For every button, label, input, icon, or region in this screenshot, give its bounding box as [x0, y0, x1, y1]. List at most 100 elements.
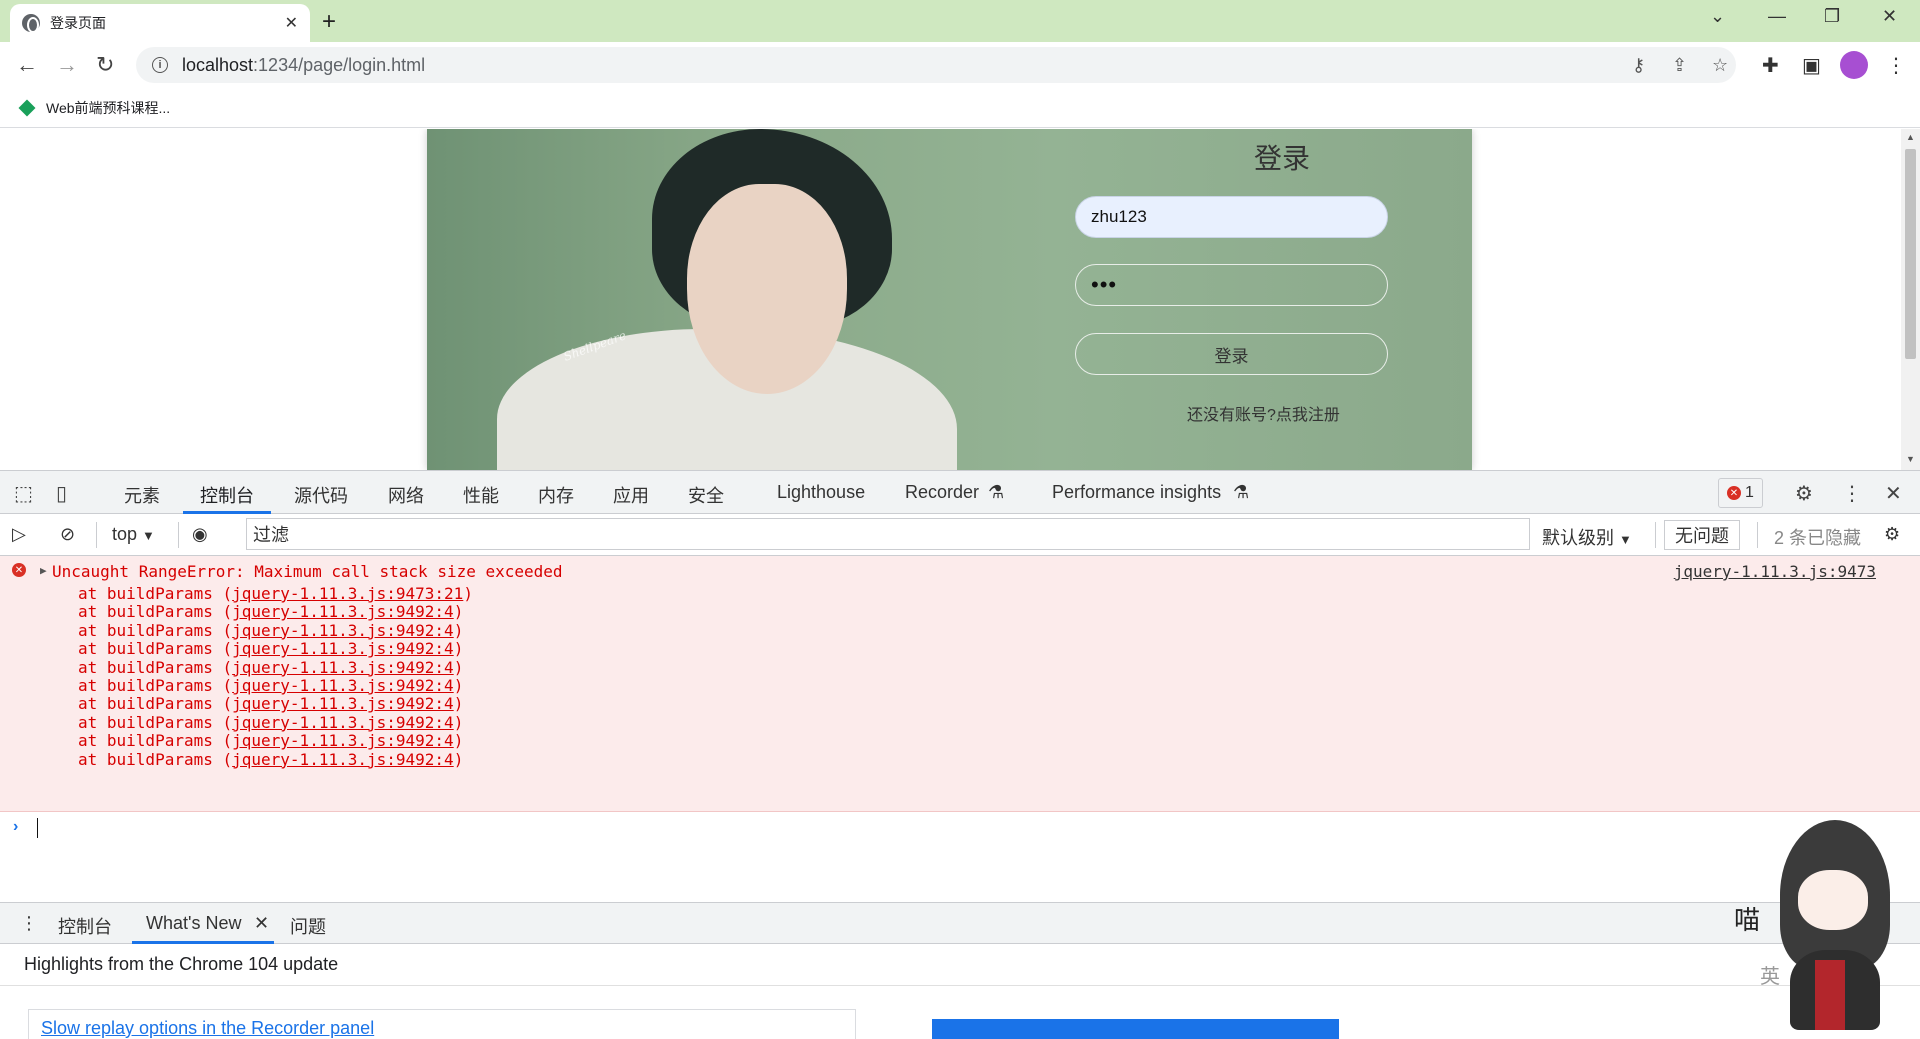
- tab-close-icon[interactable]: ✕: [285, 13, 298, 33]
- stack-line-suffix: ): [453, 620, 464, 640]
- whats-new-card-link[interactable]: Slow replay options in the Recorder pane…: [28, 1009, 856, 1039]
- device-toolbar-icon[interactable]: ▯: [56, 481, 67, 506]
- stack-line-prefix: at buildParams (: [78, 676, 233, 695]
- restore-icon[interactable]: ❐: [1824, 6, 1840, 27]
- photo-person-face: [687, 184, 847, 394]
- stack-line-prefix: at buildParams (: [78, 749, 233, 769]
- mascot-text: 喵: [1734, 905, 1761, 935]
- extensions-icon[interactable]: ✚: [1762, 53, 1779, 78]
- devtools-close-icon[interactable]: ✕: [1885, 481, 1902, 506]
- tab-lighthouse[interactable]: Lighthouse: [777, 482, 865, 503]
- tab-application[interactable]: 应用: [613, 482, 649, 508]
- info-icon[interactable]: i: [152, 57, 168, 73]
- stack-line-prefix: at buildParams (: [78, 602, 233, 622]
- stack-line-link[interactable]: jquery-1.11.3.js:9492:4: [232, 602, 454, 621]
- username-input[interactable]: zhu123: [1075, 196, 1388, 238]
- bookmark-favicon-icon: [18, 99, 36, 117]
- stack-line-suffix: ): [463, 584, 473, 603]
- devtools-menu-icon[interactable]: ⋮: [1842, 481, 1862, 506]
- password-input[interactable]: •••: [1075, 264, 1388, 306]
- new-tab-button[interactable]: +: [322, 8, 336, 36]
- expand-triangle-icon[interactable]: ▶: [40, 564, 47, 577]
- bookmark-item[interactable]: Web前端预科课程...: [46, 98, 170, 118]
- context-selector[interactable]: top ▼: [112, 524, 155, 545]
- page-scrollbar[interactable]: ▲ ▼: [1901, 129, 1920, 470]
- star-icon[interactable]: ☆: [1712, 55, 1728, 76]
- devtools-tabbar: ⬚ ▯ 元素 控制台 源代码 网络 性能 内存 应用 安全 Lighthouse…: [0, 470, 1920, 514]
- scroll-thumb[interactable]: [1905, 149, 1916, 359]
- stack-line-link[interactable]: jquery-1.11.3.js:9492:4: [232, 658, 454, 677]
- flask-icon: ⚗: [988, 482, 1005, 502]
- drawer-menu-icon[interactable]: ⋮: [20, 913, 38, 934]
- tab-console[interactable]: 控制台: [200, 482, 254, 508]
- browser-tab[interactable]: 登录页面 ✕: [10, 4, 310, 42]
- minimize-icon[interactable]: —: [1768, 6, 1786, 27]
- drawer-tab-issues[interactable]: 问题: [290, 913, 326, 939]
- tab-memory[interactable]: 内存: [538, 482, 574, 508]
- tab-search-icon[interactable]: ⌄: [1710, 6, 1725, 27]
- filter-input[interactable]: 过滤: [246, 518, 1530, 550]
- login-button[interactable]: 登录: [1075, 333, 1388, 375]
- stack-line-prefix: at buildParams (: [78, 694, 233, 714]
- stack-line-link[interactable]: jquery-1.11.3.js:9492:4: [232, 694, 454, 713]
- stack-line: at buildParams (jquery-1.11.3.js:9492:4): [78, 694, 463, 713]
- flask-icon: ⚗: [1233, 482, 1250, 502]
- eye-icon[interactable]: ◉: [192, 524, 208, 545]
- drawer-tab-close-icon[interactable]: ✕: [254, 913, 269, 934]
- tab-sources[interactable]: 源代码: [294, 482, 348, 508]
- bookmarks-bar: Web前端预科课程...: [0, 88, 1920, 128]
- tab-title: 登录页面: [50, 15, 106, 31]
- sidebar-toggle-icon[interactable]: ▷: [12, 524, 26, 545]
- divider: [96, 522, 97, 548]
- back-icon[interactable]: ←: [16, 52, 38, 78]
- error-count-badge[interactable]: ✕ 1: [1718, 478, 1763, 508]
- scroll-up-icon[interactable]: ▲: [1906, 132, 1915, 142]
- drawer-tab-whats-new[interactable]: What's New: [146, 913, 241, 934]
- log-level-dropdown[interactable]: 默认级别 ▼: [1542, 524, 1632, 550]
- stack-line: at buildParams (jquery-1.11.3.js:9492:4): [78, 639, 463, 658]
- console-settings-icon[interactable]: ⚙: [1884, 524, 1900, 545]
- register-link[interactable]: 还没有账号?点我注册: [1187, 401, 1340, 425]
- divider: [1757, 522, 1758, 548]
- address-bar[interactable]: i localhost:1234/page/login.html: [136, 47, 1736, 83]
- stack-line-link[interactable]: jquery-1.11.3.js:9473:21: [232, 584, 463, 603]
- filter-placeholder: 过滤: [253, 525, 289, 545]
- login-card: Shellpeare 登录 zhu123 ••• 登录 还没有账号?点我注册: [427, 129, 1472, 470]
- tab-performance[interactable]: 性能: [463, 482, 499, 508]
- drawer-tab-console[interactable]: 控制台: [58, 913, 112, 939]
- stack-line-link[interactable]: jquery-1.11.3.js:9492:4: [232, 713, 454, 732]
- stack-line-link[interactable]: jquery-1.11.3.js:9492:4: [232, 731, 454, 750]
- inspect-element-icon[interactable]: ⬚: [14, 481, 33, 506]
- profile-avatar[interactable]: [1840, 51, 1868, 79]
- menu-icon[interactable]: ⋮: [1886, 53, 1906, 78]
- scroll-down-icon[interactable]: ▼: [1906, 454, 1915, 464]
- clear-console-icon[interactable]: ⊘: [60, 524, 75, 545]
- stack-line-link[interactable]: jquery-1.11.3.js:9492:4: [232, 621, 454, 640]
- mascot-robe: [1815, 960, 1845, 1030]
- forward-icon[interactable]: →: [56, 52, 78, 78]
- issues-button[interactable]: 无问题: [1664, 520, 1740, 550]
- tab-security[interactable]: 安全: [688, 482, 724, 508]
- stack-line-link[interactable]: jquery-1.11.3.js:9492:4: [232, 639, 454, 658]
- tab-network[interactable]: 网络: [388, 482, 424, 508]
- console-prompt[interactable]: ›: [0, 812, 1920, 902]
- stack-line: at buildParams (jquery-1.11.3.js:9492:4): [78, 750, 463, 769]
- chevron-down-icon: ▼: [142, 528, 155, 543]
- window-close-icon[interactable]: ✕: [1882, 6, 1897, 27]
- settings-icon[interactable]: ⚙: [1795, 481, 1813, 506]
- tab-recorder[interactable]: Recorder: [905, 482, 979, 503]
- tab-elements[interactable]: 元素: [124, 482, 160, 508]
- stack-line-prefix: at buildParams (: [78, 657, 233, 677]
- tab-performance-insights[interactable]: Performance insights: [1052, 482, 1221, 503]
- error-source-link[interactable]: jquery-1.11.3.js:9473: [1674, 562, 1876, 581]
- share-icon[interactable]: ⇪: [1672, 55, 1687, 76]
- stack-line-prefix: at buildParams (: [78, 731, 233, 751]
- stack-line-suffix: ): [453, 731, 464, 751]
- drawer-tabbar: ⋮ 控制台 What's New ✕ 问题: [0, 902, 1920, 944]
- reload-icon[interactable]: ↻: [96, 52, 114, 78]
- key-icon[interactable]: ⚷: [1632, 55, 1645, 76]
- stack-line-link[interactable]: jquery-1.11.3.js:9492:4: [232, 676, 454, 695]
- side-panel-icon[interactable]: ▣: [1802, 53, 1821, 78]
- whats-new-panel: Highlights from the Chrome 104 update Sl…: [0, 944, 1920, 1039]
- stack-line-link[interactable]: jquery-1.11.3.js:9492:4: [232, 750, 454, 769]
